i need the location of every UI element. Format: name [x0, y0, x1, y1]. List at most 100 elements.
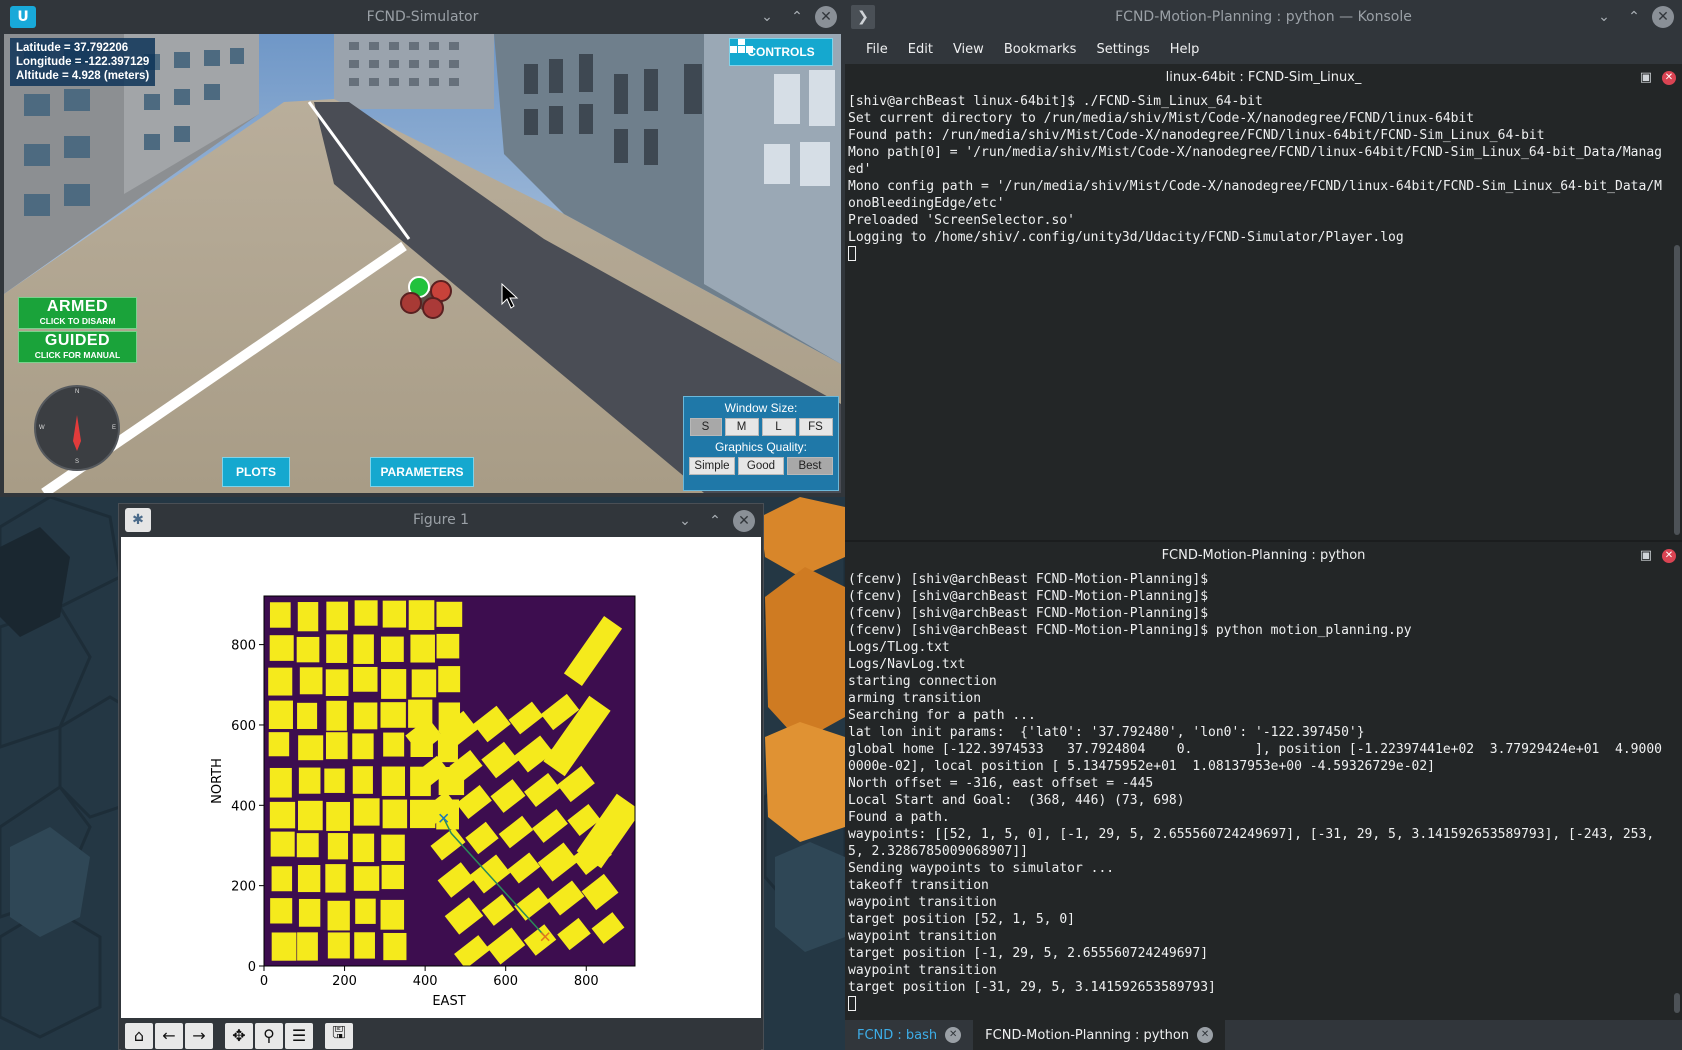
menu-help[interactable]: Help: [1160, 42, 1210, 57]
window-size-fs-button[interactable]: FS: [798, 418, 833, 436]
longitude-readout: Longitude = -122.397129: [16, 56, 150, 68]
simulator-window[interactable]: U FCND-Simulator ⌄ ⌃ ✕ Latitude = 37.792…: [0, 0, 845, 497]
obstacle-block: [268, 700, 293, 729]
home-icon[interactable]: ⌂: [125, 1022, 153, 1049]
x-tick-label: 400: [413, 974, 438, 989]
menu-view[interactable]: View: [943, 42, 994, 57]
y-tick-label: 800: [231, 639, 256, 654]
armed-button[interactable]: ARMED CLICK TO DISARM: [18, 297, 137, 329]
close-icon[interactable]: ✕: [815, 6, 837, 28]
forward-arrow-icon[interactable]: →: [185, 1022, 213, 1049]
close-icon[interactable]: ✕: [1652, 6, 1674, 28]
back-arrow-icon[interactable]: ←: [155, 1022, 183, 1049]
terminal-line: Logs/NavLog.txt: [848, 657, 966, 672]
guided-button[interactable]: GUIDED CLICK FOR MANUAL: [18, 331, 137, 363]
simulator-titlebar[interactable]: U FCND-Simulator ⌄ ⌃ ✕: [0, 0, 845, 34]
window-size-s-button[interactable]: S: [689, 418, 722, 436]
figure-titlebar[interactable]: ✱ Figure 1 ⌄ ⌃ ✕: [119, 504, 763, 536]
graphics-simple-button[interactable]: Simple: [689, 457, 735, 475]
figure-canvas[interactable]: 0 200 400 600 800 0 200 400 600 800 EAST NORTH: [121, 537, 761, 1018]
terminal-line: lat lon init params: {'lat0': '37.792480…: [848, 725, 1365, 740]
minimize-icon[interactable]: ⌄: [755, 5, 779, 29]
window-size-m-button[interactable]: M: [724, 418, 759, 436]
terminal-prompt-line: [848, 246, 1668, 263]
obstacle-block: [355, 898, 376, 924]
configure-subplots-icon[interactable]: ☰: [285, 1022, 313, 1049]
tab-close-icon[interactable]: ✕: [1197, 1027, 1214, 1043]
obstacle-block: [299, 667, 323, 695]
controls-button[interactable]: CONTROLS: [729, 38, 833, 66]
tab-fcnd-bash[interactable]: FCND : bash ✕: [845, 1020, 973, 1050]
y-tick-label: 0: [248, 960, 256, 975]
minimize-icon[interactable]: ⌄: [673, 509, 697, 533]
grid-map-chart: 0 200 400 600 800 0 200 400 600 800 EAST NORTH: [210, 595, 636, 1009]
simulator-viewport[interactable]: Latitude = 37.792206 Longitude = -122.39…: [4, 34, 841, 493]
konsole-window[interactable]: ❯ FCND-Motion-Planning : python — Konsol…: [845, 0, 1682, 1050]
tab-fcnd-motion-planning[interactable]: FCND-Motion-Planning : python ✕: [973, 1020, 1226, 1050]
obstacle-block: [326, 601, 349, 631]
obstacle-block: [268, 667, 293, 696]
window-size-l-button[interactable]: L: [761, 418, 796, 436]
window-size-label: Window Size:: [724, 401, 798, 415]
obstacle-block: [353, 666, 378, 692]
terminal-line: Found a path.: [848, 810, 950, 825]
maximize-icon[interactable]: ⌃: [1622, 5, 1646, 29]
y-tick-label: 200: [231, 880, 256, 895]
terminal-line: Mono path[0] = '/run/media/shiv/Mist/Cod…: [848, 145, 1662, 177]
pane-1-terminal-output[interactable]: [shiv@archBeast linux-64bit]$ ./FCND-Sim…: [848, 93, 1668, 263]
pane-2-scrollbar[interactable]: [1674, 993, 1680, 1013]
menu-edit[interactable]: Edit: [898, 42, 943, 57]
obstacle-block: [271, 866, 293, 892]
maximize-icon[interactable]: ⌃: [703, 509, 727, 533]
parameters-button[interactable]: PARAMETERS: [370, 457, 474, 487]
obstacle-block: [380, 702, 406, 728]
obstacle-block: [353, 866, 380, 891]
maximize-icon[interactable]: ⌃: [785, 5, 809, 29]
obstacle-block: [327, 900, 350, 931]
x-axis-label: EAST: [432, 994, 465, 1009]
obstacle-block: [380, 636, 404, 662]
graphics-best-button[interactable]: Best: [787, 457, 833, 475]
x-tick-label: 200: [332, 974, 357, 989]
save-icon[interactable]: 🖫: [325, 1022, 353, 1049]
close-icon[interactable]: ✕: [733, 510, 755, 532]
pane-divider[interactable]: [845, 540, 1682, 542]
obstacle-block: [436, 633, 460, 659]
pane-close-icon[interactable]: ✕: [1662, 71, 1676, 85]
terminal-line: Sending waypoints to simulator ...: [848, 861, 1115, 876]
gps-readout: Latitude = 37.792206 Longitude = -122.39…: [10, 38, 156, 86]
figure-window-title: Figure 1: [412, 512, 470, 528]
figure-window[interactable]: ✱ Figure 1 ⌄ ⌃ ✕ 0 200 400 600 800 0 200 400 600…: [118, 503, 764, 1050]
terminal-cursor: [848, 996, 856, 1011]
obstacle-block: [269, 767, 292, 798]
obstacle-block: [354, 932, 375, 959]
menu-bookmarks[interactable]: Bookmarks: [994, 42, 1087, 57]
plots-button[interactable]: PLOTS: [222, 457, 290, 487]
minimize-icon[interactable]: ⌄: [1592, 5, 1616, 29]
obstacle-block: [269, 635, 294, 661]
obstacle-block: [408, 600, 435, 631]
controls-label: CONTROLS: [747, 45, 815, 59]
terminal-line: target position [52, 1, 5, 0]: [848, 912, 1075, 927]
menu-settings[interactable]: Settings: [1086, 42, 1159, 57]
controls-grid-icon: [730, 39, 753, 53]
zoom-icon[interactable]: ⚲: [255, 1022, 283, 1049]
obstacle-block: [381, 864, 404, 890]
pane-maximize-icon[interactable]: ▣: [1640, 543, 1652, 569]
pane-close-icon[interactable]: ✕: [1662, 549, 1676, 563]
terminal-line: (fcenv) [shiv@archBeast FCND-Motion-Plan…: [848, 606, 1209, 621]
obstacle-block: [298, 767, 321, 794]
obstacle-block: [352, 766, 373, 794]
pane-maximize-icon[interactable]: ▣: [1640, 65, 1652, 91]
obstacle-block: [268, 732, 290, 757]
pane-2-terminal-output[interactable]: (fcenv) [shiv@archBeast FCND-Motion-Plan…: [848, 571, 1668, 1013]
konsole-titlebar[interactable]: ❯ FCND-Motion-Planning : python — Konsol…: [845, 0, 1682, 34]
pane-1-scrollbar[interactable]: [1674, 245, 1680, 535]
tab-close-icon[interactable]: ✕: [945, 1027, 962, 1043]
menu-file[interactable]: File: [856, 42, 898, 57]
obstacle-block: [354, 600, 378, 626]
graphics-good-button[interactable]: Good: [738, 457, 784, 475]
pan-icon[interactable]: ✥: [225, 1022, 253, 1049]
plot-area: [264, 596, 635, 966]
terminal-line: waypoint transition: [848, 963, 997, 978]
